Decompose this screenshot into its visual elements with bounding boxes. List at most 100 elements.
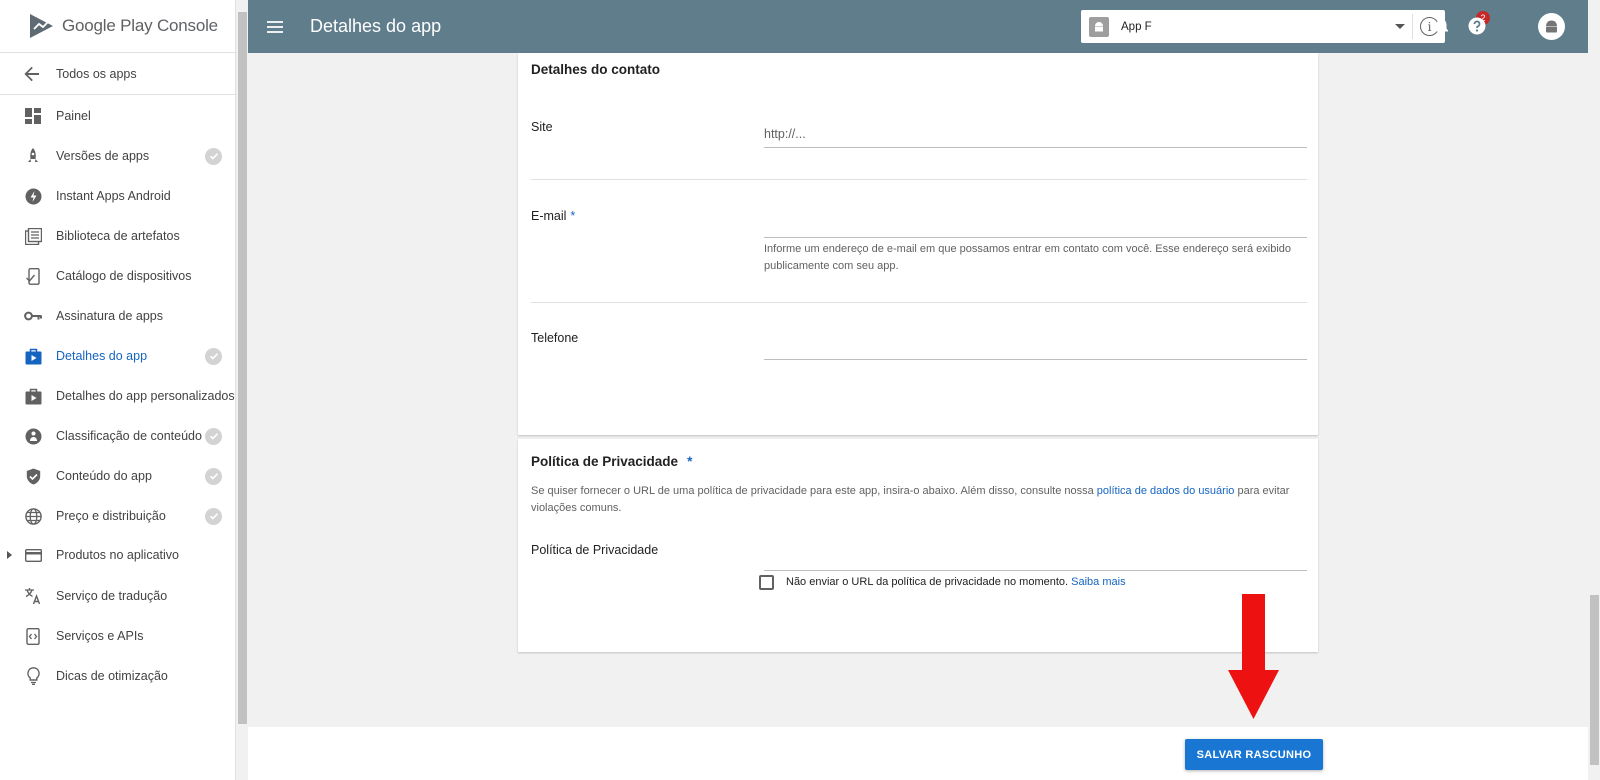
library-icon <box>24 227 42 245</box>
no-privacy-url-label: Não enviar o URL da política de privacid… <box>786 576 1126 588</box>
sidebar-item-instant-apps[interactable]: Instant Apps Android <box>0 176 236 216</box>
privacy-url-label: Política de Privacidade <box>531 543 659 557</box>
device-catalog-icon <box>24 267 42 285</box>
site-input-underline <box>764 147 1307 148</box>
sidebar-item-servicos-apis[interactable]: Serviços e APIs <box>0 616 236 656</box>
sidebar-item-traducao[interactable]: Serviço de tradução <box>0 576 236 616</box>
email-label: E-mail * <box>531 209 576 223</box>
sidebar-item-classificacao[interactable]: Classificação de conteúdo <box>0 416 236 456</box>
lightbulb-icon <box>24 667 42 685</box>
app-selector-value: App F <box>1121 20 1152 33</box>
check-icon <box>205 467 222 485</box>
sidebar-item-label: Versões de apps <box>56 149 150 163</box>
section-divider <box>531 302 1307 303</box>
sidebar-item-label: Catálogo de dispositivos <box>56 269 192 283</box>
shield-icon <box>24 467 42 485</box>
sidebar-scrollbar-thumb[interactable] <box>238 12 247 724</box>
api-icon <box>24 627 42 645</box>
sidebar-item-label: Conteúdo do app <box>56 469 152 483</box>
sidebar-item-assinatura[interactable]: Assinatura de apps <box>0 296 236 336</box>
play-console-logo-icon <box>30 14 53 38</box>
contact-section-title: Detalhes do contato <box>531 62 661 77</box>
sidebar-item-produtos[interactable]: Produtos no aplicativo <box>0 535 236 575</box>
sidebar-item-detalhes-do-app[interactable]: Detalhes do app <box>0 336 236 376</box>
sidebar-item-conteudo[interactable]: Conteúdo do app <box>0 456 236 496</box>
user-data-policy-link[interactable]: política de dados do usuário <box>1097 485 1235 497</box>
bolt-icon <box>24 187 42 205</box>
sidebar-item-preco[interactable]: Preço e distribuição <box>0 496 236 536</box>
hamburger-menu-icon <box>267 20 283 33</box>
sidebar-item-detalhes-personalizados[interactable]: Detalhes do app personalizados <box>0 376 236 416</box>
translate-icon <box>24 587 42 605</box>
help-button[interactable] <box>1466 15 1488 37</box>
required-marker: * <box>570 209 576 223</box>
check-icon <box>205 147 222 165</box>
app-selector-divider <box>1412 14 1413 39</box>
email-input[interactable] <box>764 237 1307 238</box>
key-icon <box>24 307 42 325</box>
sidebar-item-dicas[interactable]: Dicas de otimização <box>0 656 236 696</box>
custom-listing-icon <box>24 387 42 405</box>
sidebar-item-label: Instant Apps Android <box>56 189 171 203</box>
red-arrow-annotation <box>1228 594 1279 719</box>
avatar[interactable] <box>1538 13 1565 40</box>
android-avatar-icon <box>1546 20 1557 32</box>
notifications-button[interactable] <box>1430 15 1452 37</box>
sidebar-item-label: Serviço de tradução <box>56 589 168 603</box>
page-title: Detalhes do app <box>310 16 442 36</box>
main-scrollbar-thumb[interactable] <box>1590 595 1599 765</box>
sidebar-item-label: Detalhes do app <box>56 349 148 363</box>
contact-details-card: Detalhes do contato Site http://... E-ma… <box>518 53 1318 435</box>
required-marker: * <box>687 454 693 469</box>
sidebar-item-biblioteca[interactable]: Biblioteca de artefatos <box>0 216 236 256</box>
check-icon <box>205 507 222 525</box>
app-selector[interactable]: App F i <box>1081 10 1445 43</box>
sidebar-item-painel[interactable]: Painel <box>0 96 236 136</box>
site-input[interactable]: http://... <box>764 127 806 141</box>
phone-label: Telefone <box>531 331 579 345</box>
sidebar-item-label: Produtos no aplicativo <box>56 548 179 562</box>
all-apps-label: Todos os apps <box>56 66 137 81</box>
privacy-policy-card: Política de Privacidade * Se quiser forne… <box>518 439 1318 652</box>
all-apps-link[interactable]: Todos os apps <box>0 53 235 95</box>
sidebar-item-label: Detalhes do app personalizados <box>56 389 235 403</box>
arrow-back-icon <box>24 66 39 81</box>
privacy-section-title: Política de Privacidade * <box>531 454 693 469</box>
phone-input[interactable] <box>764 359 1307 360</box>
check-icon <box>205 427 222 445</box>
android-app-icon <box>1089 16 1109 37</box>
sidebar: Google Play Console Todos os apps Painel… <box>0 0 236 780</box>
sidebar-item-label: Biblioteca de artefatos <box>56 229 180 243</box>
no-privacy-url-checkbox[interactable] <box>759 575 774 590</box>
bell-icon <box>1434 18 1448 34</box>
help-icon <box>1468 17 1486 35</box>
site-label: Site <box>531 120 553 134</box>
privacy-description: Se quiser fornecer o URL de uma política… <box>531 485 1290 514</box>
sidebar-item-catalogo[interactable]: Catálogo de dispositivos <box>0 256 236 296</box>
sidebar-item-label: Painel <box>56 109 91 123</box>
top-bar: Detalhes do app App F i 2 <box>248 0 1588 53</box>
sidebar-item-label: Preço e distribuição <box>56 509 166 523</box>
sidebar-item-label: Dicas de otimização <box>56 669 168 683</box>
save-draft-button[interactable]: SALVAR RASCUNHO <box>1185 739 1323 770</box>
menu-button[interactable] <box>248 0 302 53</box>
email-help-text: Informe um endereço de e-mail em que pos… <box>764 243 1292 272</box>
privacy-url-input[interactable] <box>764 570 1307 571</box>
chevron-down-icon[interactable] <box>1395 24 1405 29</box>
globe-icon <box>24 507 42 525</box>
learn-more-link[interactable]: Saiba mais <box>1071 576 1125 588</box>
expand-caret-icon[interactable] <box>7 551 12 559</box>
dashboard-icon <box>24 107 42 125</box>
store-listing-icon <box>24 347 42 365</box>
play-console-logo[interactable]: Google Play Console <box>0 0 235 53</box>
rocket-icon <box>24 147 42 165</box>
footer-bar: SALVAR RASCUNHO <box>248 727 1588 780</box>
brand-name: Google Play Console <box>62 16 218 35</box>
content-rating-icon <box>24 427 42 445</box>
sidebar-item-versoes[interactable]: Versões de apps <box>0 136 236 176</box>
check-icon <box>205 347 222 365</box>
section-divider <box>531 179 1307 180</box>
sidebar-item-label: Assinatura de apps <box>56 309 164 323</box>
sidebar-item-label: Serviços e APIs <box>56 629 144 643</box>
sidebar-item-label: Classificação de conteúdo <box>56 429 202 443</box>
